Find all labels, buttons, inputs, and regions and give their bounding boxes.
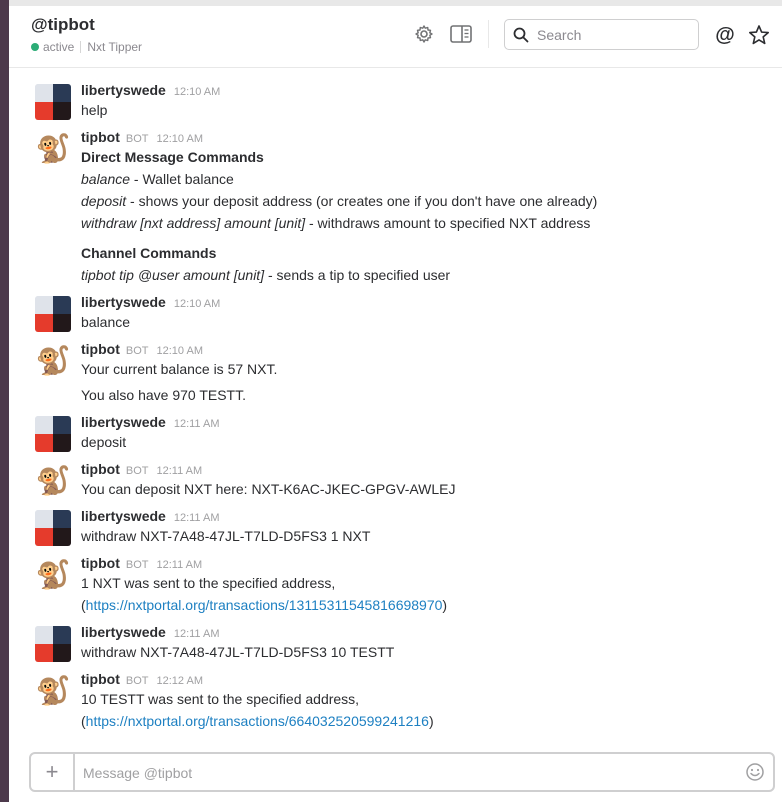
meta-divider <box>80 41 82 53</box>
attach-button[interactable]: + <box>31 754 75 790</box>
search-input[interactable] <box>535 25 689 44</box>
bot-badge: BOT <box>125 133 149 145</box>
bot-avatar[interactable]: 🐒 <box>35 673 71 709</box>
transaction-link[interactable]: https://nxtportal.org/transactions/13115… <box>86 597 443 613</box>
sender-name[interactable]: tipbot <box>81 555 120 571</box>
avatar[interactable] <box>35 626 71 662</box>
search-box[interactable] <box>504 19 699 50</box>
sender-name[interactable]: tipbot <box>81 671 120 687</box>
message-text: deposit <box>81 434 127 450</box>
timestamp[interactable]: 12:12 AM <box>157 675 203 687</box>
bot-badge: BOT <box>125 675 149 687</box>
sender-name[interactable]: libertyswede <box>81 82 166 98</box>
channel-title: @tipbot <box>31 15 95 34</box>
message-text: 1 NXT was sent to the specified address, <box>81 575 336 591</box>
message-heading: Direct Message Commands <box>81 149 264 165</box>
timestamp[interactable]: 12:10 AM <box>174 298 220 310</box>
bot-badge: BOT <box>125 559 149 571</box>
bot-badge: BOT <box>125 465 149 477</box>
sender-name[interactable]: libertyswede <box>81 294 166 310</box>
message-text: balance - Wallet balance <box>81 171 234 187</box>
search-icon <box>513 27 529 42</box>
message-text: Your current balance is 57 NXT. <box>81 361 278 377</box>
bot-avatar[interactable]: 🐒 <box>35 343 71 379</box>
toggle-details-button[interactable] <box>450 23 472 45</box>
at-sign-icon: @ <box>715 23 735 46</box>
channel-subtitle: Nxt Tipper <box>87 40 143 54</box>
message-text: withdraw NXT-7A48-47JL-T7LD-D5FS3 1 NXT <box>81 528 371 544</box>
timestamp[interactable]: 12:10 AM <box>157 345 203 357</box>
sidebar-edge <box>0 0 9 802</box>
avatar[interactable] <box>35 296 71 332</box>
channel-meta: active Nxt Tipper <box>31 40 142 54</box>
message-heading: Channel Commands <box>81 245 217 261</box>
star-icon <box>749 25 769 45</box>
transaction-link[interactable]: https://nxtportal.org/transactions/66403… <box>86 713 429 729</box>
timestamp[interactable]: 12:11 AM <box>174 628 220 640</box>
message-list: libertyswede 12:10 AM help 🐒 tipbot BOT 12:… <box>9 67 782 747</box>
presence-dot-icon <box>31 43 39 51</box>
bot-badge: BOT <box>125 345 149 357</box>
message-text: withdraw NXT-7A48-47JL-T7LD-D5FS3 10 TES… <box>81 644 395 660</box>
message-text: help <box>81 102 108 118</box>
gear-icon <box>415 25 433 43</box>
timestamp[interactable]: 12:11 AM <box>157 559 203 571</box>
bot-avatar[interactable]: 🐒 <box>35 131 71 167</box>
header-divider <box>488 20 489 48</box>
avatar[interactable] <box>35 416 71 452</box>
message-input[interactable] <box>81 760 725 786</box>
timestamp[interactable]: 12:11 AM <box>157 465 203 477</box>
emoji-button[interactable] <box>745 762 765 782</box>
mentions-button[interactable]: @ <box>713 23 737 47</box>
smiley-icon <box>746 763 764 781</box>
message-composer: + <box>29 752 775 792</box>
message-text: deposit - shows your deposit address (or… <box>81 193 598 209</box>
timestamp[interactable]: 12:11 AM <box>174 418 220 430</box>
sender-name[interactable]: tipbot <box>81 341 120 357</box>
message-text: withdraw [nxt address] amount [unit] - w… <box>81 215 591 231</box>
message-text: balance <box>81 314 131 330</box>
channel-settings-button[interactable] <box>413 23 435 45</box>
timestamp[interactable]: 12:11 AM <box>174 512 220 524</box>
avatar[interactable] <box>35 84 71 120</box>
sender-name[interactable]: tipbot <box>81 129 120 145</box>
sender-name[interactable]: tipbot <box>81 461 120 477</box>
channel-header: @tipbot active Nxt Tipper @ <box>9 6 782 68</box>
plus-icon: + <box>45 759 59 784</box>
avatar[interactable] <box>35 510 71 546</box>
bot-avatar[interactable]: 🐒 <box>35 463 71 499</box>
message-text: 10 TESTT was sent to the specified addre… <box>81 691 360 707</box>
star-button[interactable] <box>747 23 771 47</box>
sender-name[interactable]: libertyswede <box>81 414 166 430</box>
message-text: tipbot tip @user amount [unit] - sends a… <box>81 267 451 283</box>
timestamp[interactable]: 12:10 AM <box>174 86 220 98</box>
presence-status: active <box>43 40 75 54</box>
sender-name[interactable]: libertyswede <box>81 508 166 524</box>
timestamp[interactable]: 12:10 AM <box>157 133 203 145</box>
sidebar-panel-icon <box>450 25 472 43</box>
message-link-line: (https://nxtportal.org/transactions/1311… <box>81 597 448 613</box>
bot-avatar[interactable]: 🐒 <box>35 557 71 593</box>
message-text: You also have 970 TESTT. <box>81 387 246 403</box>
message-text: You can deposit NXT here: NXT-K6AC-JKEC-… <box>81 481 456 497</box>
sender-name[interactable]: libertyswede <box>81 624 166 640</box>
message-link-line: (https://nxtportal.org/transactions/6640… <box>81 713 434 729</box>
